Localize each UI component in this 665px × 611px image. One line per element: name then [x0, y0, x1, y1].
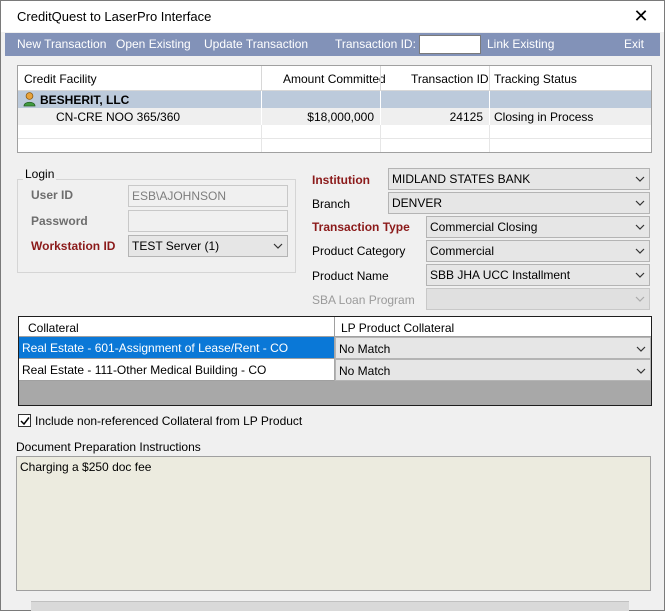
facility-name: CN-CRE NOO 365/360 — [56, 110, 181, 124]
lp-collateral-value: No Match — [339, 342, 391, 356]
column-divider — [489, 125, 490, 152]
table-row[interactable]: Real Estate - 601-Assignment of Lease/Re… — [19, 337, 651, 359]
chevron-down-icon — [634, 244, 646, 258]
chevron-down-icon — [635, 342, 647, 356]
user-id-label: User ID — [31, 188, 74, 202]
chevron-down-icon — [634, 196, 646, 210]
include-collateral-checkbox[interactable] — [18, 414, 31, 427]
close-icon[interactable]: ✕ — [618, 1, 664, 32]
transaction-type-select[interactable]: Commercial Closing — [426, 216, 650, 238]
collateral-name: Real Estate - 601-Assignment of Lease/Re… — [19, 337, 334, 359]
column-header-transaction-id[interactable]: Transaction ID — [411, 72, 489, 86]
table-row[interactable]: CN-CRE NOO 365/360 $18,000,000 24125 Clo… — [18, 108, 651, 125]
transaction-id-label: Transaction ID: — [335, 37, 416, 51]
row-line — [18, 138, 651, 139]
collateral-name: Real Estate - 111-Other Medical Building… — [19, 359, 334, 381]
chevron-down-icon — [634, 292, 646, 306]
institution-select[interactable]: MIDLAND STATES BANK — [388, 168, 650, 190]
chevron-down-icon — [634, 268, 646, 282]
product-category-value: Commercial — [430, 244, 495, 258]
transaction-id-cell: 24125 — [449, 110, 483, 124]
sba-loan-program-label: SBA Loan Program — [312, 293, 415, 307]
table-row[interactable]: Real Estate - 111-Other Medical Building… — [19, 359, 651, 381]
exit-menu[interactable]: Exit — [624, 37, 644, 51]
column-divider — [380, 125, 381, 152]
lp-collateral-value: No Match — [339, 364, 391, 378]
column-divider — [489, 108, 490, 125]
transaction-type-value: Commercial Closing — [430, 220, 538, 234]
tracking-status: Closing in Process — [494, 110, 594, 124]
amount-committed: $18,000,000 — [307, 110, 374, 124]
branch-select[interactable]: DENVER — [388, 192, 650, 214]
table-group-row[interactable]: BESHERIT, LLC — [18, 91, 651, 108]
institution-label: Institution — [312, 173, 370, 187]
column-divider — [380, 91, 381, 108]
link-existing-menu[interactable]: Link Existing — [487, 37, 554, 51]
menu-bar: New Transaction Open Existing Update Tra… — [5, 33, 660, 56]
new-transaction-menu[interactable]: New Transaction — [17, 37, 106, 51]
product-category-select[interactable]: Commercial — [426, 240, 650, 262]
doc-prep-label: Document Preparation Instructions — [16, 440, 201, 454]
app-window: CreditQuest to LaserPro Interface ✕ New … — [0, 0, 665, 611]
sba-loan-program-select[interactable] — [426, 288, 650, 310]
chevron-down-icon — [634, 172, 646, 186]
user-id-field[interactable]: ESB\AJOHNSON — [128, 185, 288, 207]
branch-value: DENVER — [392, 196, 443, 210]
doc-prep-textarea[interactable]: Charging a $250 doc fee — [16, 456, 651, 591]
credit-facility-table: Credit Facility Amount Committed Transac… — [17, 65, 652, 153]
group-name: BESHERIT, LLC — [40, 93, 130, 107]
login-legend: Login — [23, 167, 57, 181]
column-header-amount-committed[interactable]: Amount Committed — [283, 72, 386, 86]
open-existing-menu[interactable]: Open Existing — [116, 37, 191, 51]
collateral-table: Collateral LP Product Collateral Real Es… — [18, 316, 652, 406]
chevron-down-icon — [272, 239, 284, 253]
product-name-value: SBB JHA UCC Installment — [430, 268, 571, 282]
bottom-panel-edge — [31, 601, 629, 611]
workstation-id-select[interactable]: TEST Server (1) — [128, 235, 288, 257]
column-divider — [380, 66, 381, 91]
password-field[interactable] — [128, 210, 288, 232]
credit-facility-header: Credit Facility Amount Committed Transac… — [18, 66, 651, 91]
column-divider — [489, 91, 490, 108]
column-divider — [334, 317, 335, 337]
checkmark-icon — [20, 417, 30, 426]
branch-label: Branch — [312, 197, 351, 211]
column-divider — [261, 125, 262, 152]
product-name-select[interactable]: SBB JHA UCC Installment — [426, 264, 650, 286]
update-transaction-menu[interactable]: Update Transaction — [204, 37, 308, 51]
column-header-lp-product-collateral[interactable]: LP Product Collateral — [341, 321, 454, 335]
window-title: CreditQuest to LaserPro Interface — [17, 9, 212, 24]
chevron-down-icon — [635, 364, 647, 378]
chevron-down-icon — [634, 220, 646, 234]
column-header-credit-facility[interactable]: Credit Facility — [24, 72, 97, 86]
collateral-header: Collateral LP Product Collateral — [19, 317, 651, 337]
workstation-id-label: Workstation ID — [31, 239, 116, 253]
transaction-id-input[interactable] — [419, 35, 481, 54]
lp-collateral-select[interactable]: No Match — [335, 359, 651, 381]
lp-collateral-select[interactable]: No Match — [335, 337, 651, 359]
column-divider — [261, 66, 262, 91]
column-header-collateral[interactable]: Collateral — [28, 321, 79, 335]
product-category-label: Product Category — [312, 244, 406, 258]
password-label: Password — [31, 214, 88, 228]
empty-rows — [18, 125, 651, 152]
column-header-tracking-status[interactable]: Tracking Status — [494, 72, 577, 86]
product-name-label: Product Name — [312, 269, 389, 283]
institution-value: MIDLAND STATES BANK — [392, 172, 531, 186]
column-divider — [261, 91, 262, 108]
include-collateral-label[interactable]: Include non-referenced Collateral from L… — [35, 414, 302, 428]
workstation-id-value: TEST Server (1) — [132, 239, 220, 253]
transaction-type-label: Transaction Type — [312, 220, 410, 234]
column-divider — [489, 66, 490, 91]
title-bar: CreditQuest to LaserPro Interface ✕ — [1, 1, 664, 32]
